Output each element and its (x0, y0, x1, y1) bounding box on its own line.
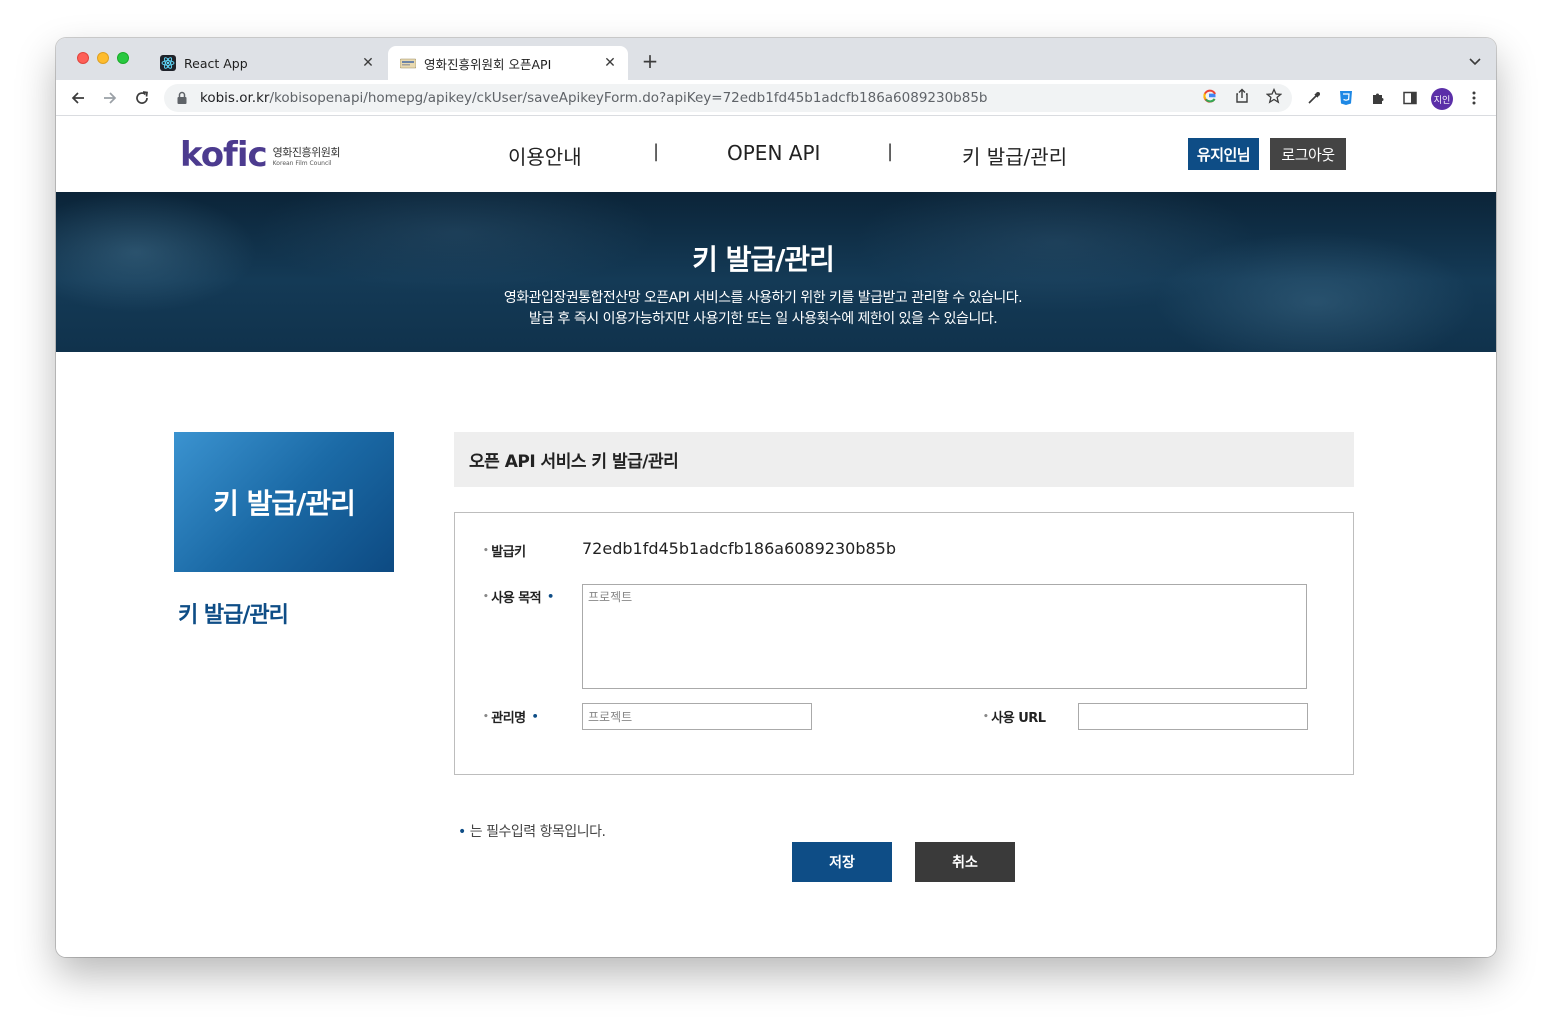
sidebar-item-key-management[interactable]: 키 발급/관리 (178, 597, 289, 629)
google-icon[interactable] (1201, 87, 1219, 105)
close-icon[interactable]: ✕ (358, 53, 378, 73)
manage-name-input[interactable] (582, 703, 812, 730)
url-path: /kobisopenapi/homepg/apikey/ckUser/saveA… (269, 90, 988, 106)
nav-separator: | (653, 141, 660, 162)
sidebar-title-box: 키 발급/관리 (174, 432, 394, 572)
bullet-icon: • (483, 711, 489, 722)
lock-icon (176, 91, 190, 105)
nav-usage-guide[interactable]: 이용안내 (508, 141, 582, 170)
share-icon[interactable] (1233, 87, 1251, 105)
required-note: • 는 필수입력 항목입니다. (458, 824, 606, 840)
close-icon[interactable]: ✕ (600, 53, 620, 73)
logo-wordmark: kofic (180, 135, 268, 175)
logo-subtext: 영화진흥위원회 Korean Film Council (272, 144, 341, 167)
tab-title: 영화진흥위원회 오픈API (424, 56, 552, 72)
banner-title: 키 발급/관리 (692, 243, 835, 276)
usage-url-input[interactable] (1078, 703, 1308, 730)
bullet-icon: • (483, 545, 489, 556)
profile-avatar[interactable]: 지인 (1431, 88, 1453, 110)
banner-desc-line2: 발급 후 즉시 이용가능하지만 사용기한 또는 일 사용횟수에 제한이 있을 수… (528, 311, 998, 327)
api-key-form: • 발급키 72edb1fd45b1adcfb186a6089230b85b • 사… (454, 512, 1354, 775)
save-button[interactable]: 저장 (792, 842, 892, 882)
back-arrow-icon[interactable] (68, 88, 88, 108)
logo-en: Korean Film Council (272, 159, 332, 167)
bullet-icon: • (983, 711, 989, 722)
tab-kobis-openapi[interactable]: 영화진흥위원회 오픈API ✕ (388, 46, 628, 80)
site-header: kofic 영화진흥위원회 Korean Film Council 이용안내 |… (56, 117, 1496, 192)
close-window-button[interactable] (77, 52, 89, 64)
required-marker: • (458, 824, 466, 840)
side-panel-icon[interactable] (1401, 89, 1419, 107)
purpose-textarea[interactable] (582, 584, 1307, 689)
usage-url-label: • 사용 URL (983, 711, 1046, 726)
logo-kr: 영화진흥위원회 (272, 145, 341, 159)
manage-name-label: • 관리명 • (483, 710, 539, 726)
required-marker: • (531, 710, 539, 723)
purpose-label: • 사용 목적 • (483, 590, 554, 606)
browser-window: React App ✕ 영화진흥위원회 오픈API ✕ + kobis.or.k… (56, 38, 1496, 957)
new-tab-plus-icon[interactable]: + (640, 51, 660, 71)
nav-open-api[interactable]: OPEN API (727, 141, 820, 165)
cancel-button[interactable]: 취소 (915, 842, 1015, 882)
chevron-down-icon[interactable] (1468, 53, 1482, 67)
css3-icon[interactable] (1337, 89, 1355, 107)
section-title: 오픈 API 서비스 키 발급/관리 (454, 432, 1354, 487)
web-page: kofic 영화진흥위원회 Korean Film Council 이용안내 |… (56, 117, 1496, 957)
extensions-puzzle-icon[interactable] (1369, 89, 1387, 107)
nav-separator: | (887, 141, 894, 162)
logout-button[interactable]: 로그아웃 (1270, 138, 1346, 170)
browser-toolbar: kobis.or.kr/kobisopenapi/homepg/apikey/c… (56, 80, 1496, 116)
issued-key-label: • 발급키 (483, 545, 526, 560)
forward-arrow-icon[interactable] (100, 88, 120, 108)
reload-icon[interactable] (132, 88, 152, 108)
kebab-menu-icon[interactable] (1465, 89, 1483, 107)
tab-strip: React App ✕ 영화진흥위원회 오픈API ✕ + (56, 38, 1496, 80)
nav-key-management[interactable]: 키 발급/관리 (962, 141, 1067, 170)
eyedropper-icon[interactable] (1305, 89, 1323, 107)
bullet-icon: • (483, 591, 489, 602)
kofic-favicon-icon (400, 55, 416, 71)
issued-key-value: 72edb1fd45b1adcfb186a6089230b85b (582, 539, 896, 558)
minimize-window-button[interactable] (97, 52, 109, 64)
required-marker: • (547, 590, 554, 603)
user-button[interactable]: 유지인님 (1188, 138, 1259, 170)
banner-desc-line1: 영화관입장권통합전산망 오픈API 서비스를 사용하기 위한 키를 발급받고 관… (503, 290, 1023, 306)
bookmark-star-icon[interactable] (1265, 87, 1283, 105)
kofic-logo[interactable]: kofic 영화진흥위원회 Korean Film Council (180, 135, 341, 175)
react-icon (160, 55, 176, 71)
address-bar[interactable]: kobis.or.kr/kobisopenapi/homepg/apikey/c… (164, 84, 1292, 112)
url-host: kobis.or.kr (200, 90, 270, 106)
banner-description: 영화관입장권통합전산망 오픈API 서비스를 사용하기 위한 키를 발급받고 관… (56, 288, 1470, 330)
tab-react-app[interactable]: React App ✕ (148, 46, 386, 80)
page-banner: 키 발급/관리 영화관입장권통합전산망 오픈API 서비스를 사용하기 위한 키… (56, 192, 1496, 352)
tab-title: React App (184, 55, 248, 71)
maximize-window-button[interactable] (117, 52, 129, 64)
